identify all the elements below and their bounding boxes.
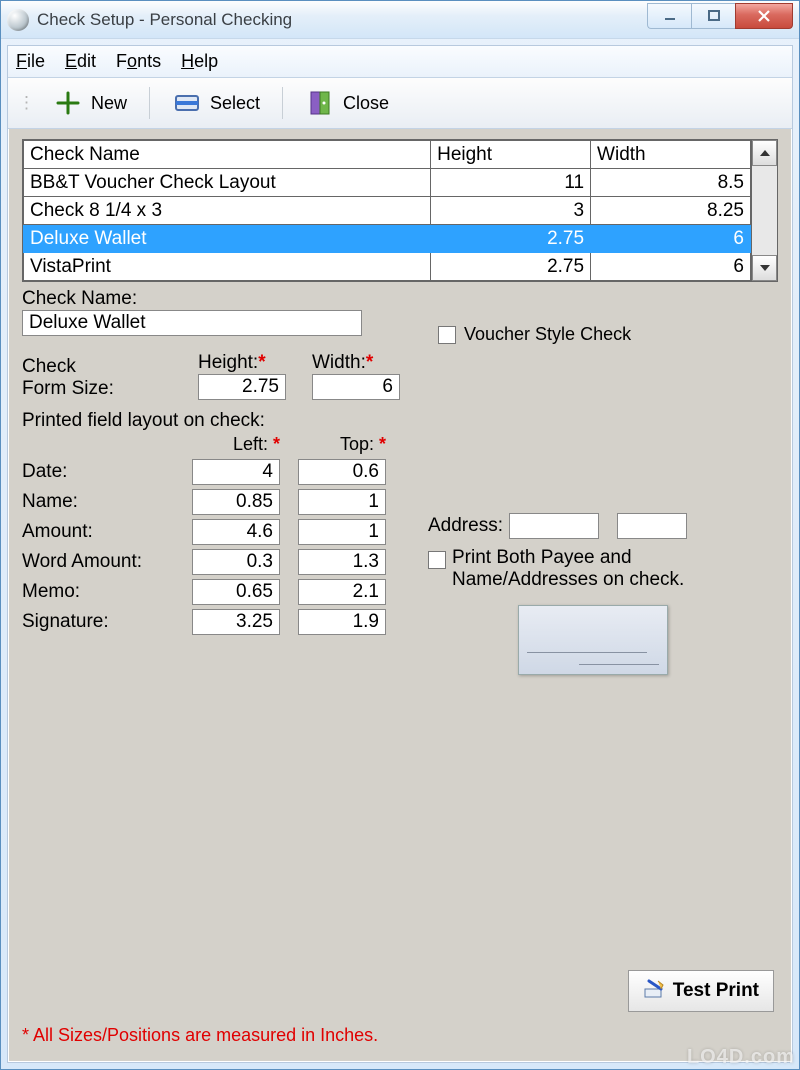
maximize-button[interactable] xyxy=(691,3,735,29)
titlebar: Check Setup - Personal Checking xyxy=(1,1,799,39)
table-row[interactable]: Check 8 1/4 x 3 3 8.25 xyxy=(24,197,751,225)
col-height[interactable]: Height xyxy=(431,141,591,169)
minimize-button[interactable] xyxy=(647,3,691,29)
word-amount-left-input[interactable] xyxy=(192,549,280,575)
test-print-button[interactable]: Test Print xyxy=(628,970,774,1012)
menubar: File Edit Fonts Help xyxy=(8,46,792,78)
print-both-checkbox[interactable] xyxy=(428,551,446,569)
menu-help[interactable]: Help xyxy=(181,51,218,72)
word-amount-top-input[interactable] xyxy=(298,549,386,575)
check-preview-image xyxy=(518,605,668,675)
door-icon xyxy=(305,88,335,118)
print-icon xyxy=(643,977,665,1005)
scroll-down-button[interactable] xyxy=(752,255,777,281)
toolbar-select-button[interactable]: Select xyxy=(162,86,270,120)
toolbar-divider xyxy=(282,87,283,119)
check-name-input[interactable] xyxy=(22,310,362,336)
check-name-label: Check Name: xyxy=(22,288,778,310)
content-area: Check Name Height Width BB&T Voucher Che… xyxy=(8,129,792,1062)
chevron-up-icon xyxy=(759,148,771,158)
toolbar-grip: ⋮ xyxy=(18,93,33,113)
check-table-wrap: Check Name Height Width BB&T Voucher Che… xyxy=(22,139,778,282)
word-amount-label: Word Amount: xyxy=(22,551,192,573)
scroll-track[interactable] xyxy=(752,166,777,255)
memo-left-input[interactable] xyxy=(192,579,280,605)
memo-label: Memo: xyxy=(22,581,192,603)
toolbar-new-label: New xyxy=(91,93,127,114)
window-controls xyxy=(647,11,793,29)
test-print-label: Test Print xyxy=(673,980,759,1002)
maximize-icon xyxy=(707,9,721,23)
amount-left-input[interactable] xyxy=(192,519,280,545)
minimize-icon xyxy=(663,9,677,23)
close-window-button[interactable] xyxy=(735,3,793,29)
name-label: Name: xyxy=(22,491,192,513)
table-row[interactable]: BB&T Voucher Check Layout 11 8.5 xyxy=(24,169,751,197)
chevron-down-icon xyxy=(759,263,771,273)
name-left-input[interactable] xyxy=(192,489,280,515)
form-size-label: Check xyxy=(22,356,192,378)
signature-top-input[interactable] xyxy=(298,609,386,635)
name-top-input[interactable] xyxy=(298,489,386,515)
print-both-label: Name/Addresses on check. xyxy=(452,569,684,591)
window-title: Check Setup - Personal Checking xyxy=(37,10,292,30)
address-label: Address: xyxy=(428,515,503,537)
scroll-up-button[interactable] xyxy=(752,140,777,166)
address-top-input[interactable] xyxy=(617,513,687,539)
width-label: Width: xyxy=(312,352,366,373)
amount-label: Amount: xyxy=(22,521,192,543)
watermark: LO4D.com xyxy=(687,1046,795,1069)
top-label: Top: xyxy=(340,434,374,454)
footnote: * All Sizes/Positions are measured in In… xyxy=(22,1025,378,1046)
col-width[interactable]: Width xyxy=(591,141,751,169)
table-row[interactable]: VistaPrint 2.75 6 xyxy=(24,253,751,281)
toolbar: ⋮ New Select Close xyxy=(8,78,792,129)
toolbar-divider xyxy=(149,87,150,119)
app-window: Check Setup - Personal Checking File Edi… xyxy=(0,0,800,1070)
voucher-style-label: Voucher Style Check xyxy=(464,324,631,345)
print-both-label: Print Both Payee and xyxy=(452,547,684,569)
table-row-selected[interactable]: Deluxe Wallet 2.75 6 xyxy=(24,225,751,253)
form-height-input[interactable] xyxy=(198,374,286,400)
checkbox-icon xyxy=(438,326,456,344)
signature-label: Signature: xyxy=(22,611,192,633)
table-scrollbar[interactable] xyxy=(751,140,777,281)
toolbar-select-label: Select xyxy=(210,93,260,114)
form-size-label: Form Size: xyxy=(22,378,192,400)
form-width-input[interactable] xyxy=(312,374,400,400)
voucher-style-checkbox[interactable]: Voucher Style Check xyxy=(438,324,631,345)
plus-icon xyxy=(53,88,83,118)
date-top-input[interactable] xyxy=(298,459,386,485)
menu-edit[interactable]: Edit xyxy=(65,51,96,72)
left-label: Left: xyxy=(233,434,268,454)
app-icon xyxy=(7,9,29,31)
height-label: Height: xyxy=(198,352,258,373)
client-area: File Edit Fonts Help ⋮ New Select xyxy=(7,45,793,1063)
amount-top-input[interactable] xyxy=(298,519,386,545)
toolbar-new-button[interactable]: New xyxy=(43,86,137,120)
close-icon xyxy=(756,8,772,24)
signature-left-input[interactable] xyxy=(192,609,280,635)
right-column: Address: Print Both Payee and Name/Addre… xyxy=(428,507,768,675)
toolbar-close-label: Close xyxy=(343,93,389,114)
select-icon xyxy=(172,88,202,118)
menu-fonts[interactable]: Fonts xyxy=(116,51,161,72)
check-table[interactable]: Check Name Height Width BB&T Voucher Che… xyxy=(23,140,751,281)
col-check-name[interactable]: Check Name xyxy=(24,141,431,169)
address-left-input[interactable] xyxy=(509,513,599,539)
date-label: Date: xyxy=(22,461,192,483)
date-left-input[interactable] xyxy=(192,459,280,485)
memo-top-input[interactable] xyxy=(298,579,386,605)
layout-heading: Printed field layout on check: xyxy=(22,410,778,432)
toolbar-close-button[interactable]: Close xyxy=(295,86,399,120)
menu-file[interactable]: File xyxy=(16,51,45,72)
